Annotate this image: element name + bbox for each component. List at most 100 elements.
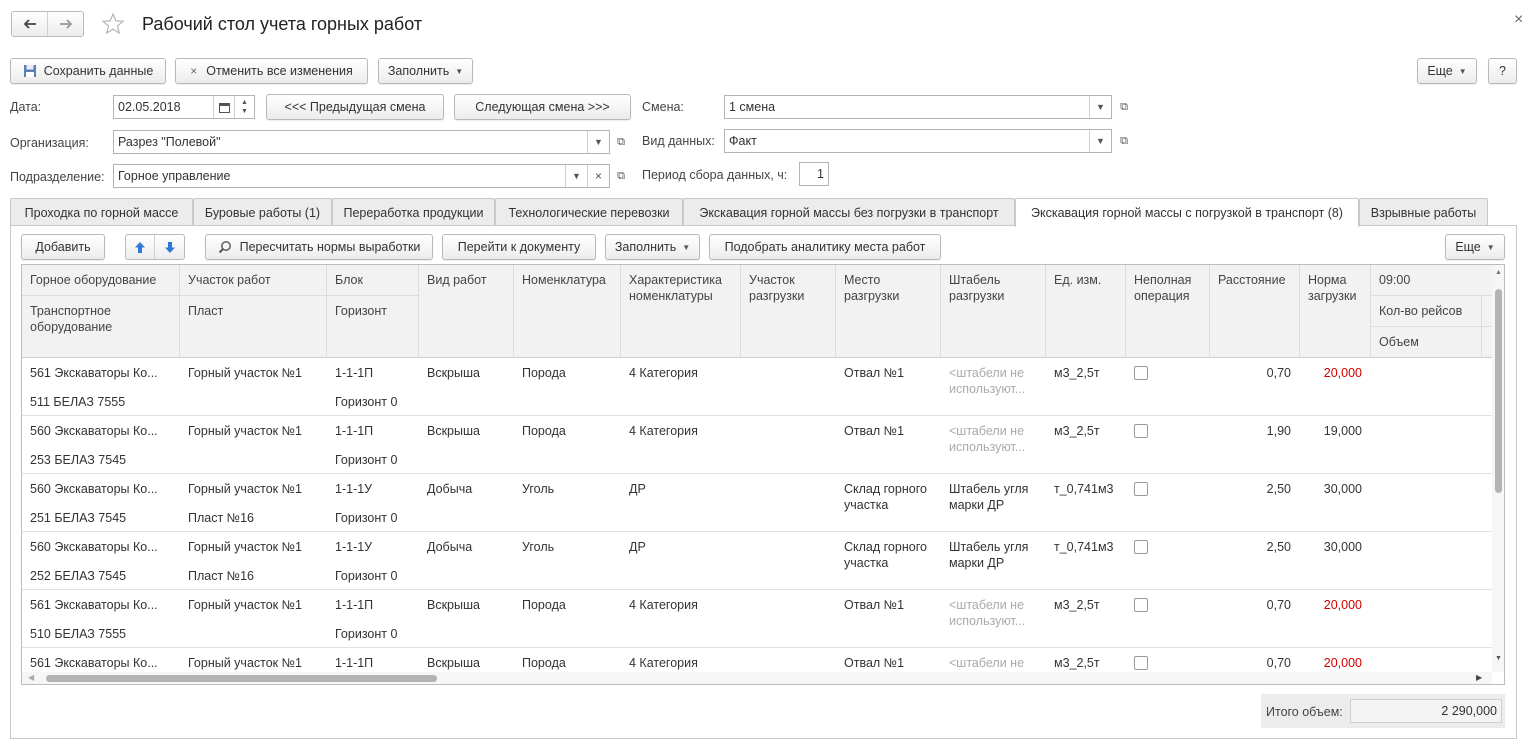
shift-select[interactable]: 1 смена ▼: [724, 95, 1112, 119]
cell-work-type: Вскрыша: [427, 656, 480, 670]
scroll-right-icon[interactable]: ▶: [1476, 673, 1482, 682]
pick-analytics-button[interactable]: Подобрать аналитику места работ: [709, 234, 941, 260]
col-norm[interactable]: Норма загрузки: [1300, 265, 1370, 304]
table-row[interactable]: 561 Экскаваторы Ко... 510 БЕЛАЗ 7555 Гор…: [22, 590, 1492, 648]
previous-shift-button[interactable]: <<< Предыдущая смена: [266, 94, 444, 120]
col-time[interactable]: 09:00: [1371, 265, 1481, 288]
col-block[interactable]: Блок: [327, 265, 418, 288]
close-icon[interactable]: ×: [1514, 11, 1523, 29]
data-table[interactable]: Горное оборудование Транспортное оборудо…: [21, 264, 1505, 685]
date-spinner[interactable]: ▲ ▼: [234, 96, 254, 118]
more-button[interactable]: Еще ▼: [1417, 58, 1477, 84]
clear-icon[interactable]: ×: [587, 165, 609, 187]
save-data-button[interactable]: Сохранить данные: [10, 58, 166, 84]
goto-document-button[interactable]: Перейти к документу: [442, 234, 596, 260]
table-row[interactable]: 560 Экскаваторы Ко... 253 БЕЛАЗ 7545 Гор…: [22, 416, 1492, 474]
next-shift-button[interactable]: Следующая смена >>>: [454, 94, 631, 120]
tab-excavation-with-loading[interactable]: Экскавация горной массы с погрузкой в тр…: [1015, 198, 1359, 227]
partial-checkbox[interactable]: [1134, 424, 1148, 438]
partial-checkbox[interactable]: [1134, 598, 1148, 612]
scroll-up-icon[interactable]: ▲: [1495, 269, 1502, 276]
tab-blasting[interactable]: Взрывные работы: [1359, 198, 1488, 226]
open-department-icon[interactable]: ⧉: [611, 164, 631, 188]
col-unload-place[interactable]: Место разгрузки: [836, 265, 926, 304]
table-more-button[interactable]: Еще ▼: [1445, 234, 1505, 260]
cell-stack: Штабель угля марки ДР: [949, 540, 1029, 570]
col-work-type[interactable]: Вид работ: [419, 265, 513, 288]
chevron-down-icon[interactable]: ▼: [587, 131, 609, 153]
scroll-left-icon[interactable]: ◀: [28, 673, 34, 682]
col-nomenclature[interactable]: Номенклатура: [514, 265, 620, 288]
table-fill-dropdown-button[interactable]: Заполнить ▼: [605, 234, 700, 260]
table-row[interactable]: 560 Экскаваторы Ко... 251 БЕЛАЗ 7545 Гор…: [22, 474, 1492, 532]
vertical-scrollbar[interactable]: ▲ ▼: [1492, 265, 1504, 672]
col-seam[interactable]: Пласт: [180, 296, 326, 319]
scroll-down-icon[interactable]: ▼: [1495, 655, 1502, 662]
col-distance[interactable]: Расстояние: [1210, 265, 1299, 288]
spin-down-icon[interactable]: ▼: [241, 107, 248, 116]
partial-checkbox[interactable]: [1134, 656, 1148, 670]
recalc-norms-button[interactable]: Пересчитать нормы выработки: [205, 234, 433, 260]
chevron-down-icon[interactable]: ▼: [1089, 130, 1111, 152]
col-stack[interactable]: Штабель разгрузки: [941, 265, 1031, 304]
cell-unit: м3_2,5т: [1054, 656, 1100, 670]
cell-work-type: Вскрыша: [427, 598, 480, 612]
tab-tunneling[interactable]: Проходка по горной массе: [10, 198, 193, 226]
total-volume-label: Итого объем:: [1266, 705, 1343, 719]
col-partial[interactable]: Неполная операция: [1126, 265, 1209, 304]
tab-processing[interactable]: Переработка продукции: [332, 198, 495, 226]
favorite-star-icon[interactable]: [101, 12, 125, 39]
cell-distance: 0,70: [1266, 598, 1291, 612]
spin-up-icon[interactable]: ▲: [241, 98, 248, 107]
date-field[interactable]: 02.05.2018 ▲ ▼: [113, 95, 255, 119]
partial-checkbox[interactable]: [1134, 366, 1148, 380]
help-button[interactable]: ?: [1488, 58, 1517, 84]
col-volume[interactable]: Объем: [1371, 327, 1481, 350]
tab-excavation-no-loading[interactable]: Экскавация горной массы без погрузки в т…: [683, 198, 1015, 226]
col-site[interactable]: Участок работ: [180, 265, 326, 288]
save-disk-icon: [23, 65, 36, 77]
horizontal-scrollbar[interactable]: ◀ ▶: [22, 672, 1492, 684]
tab-drilling[interactable]: Буровые работы (1): [193, 198, 332, 226]
col-horizon[interactable]: Горизонт: [327, 296, 418, 319]
chevron-down-icon[interactable]: ▼: [565, 165, 587, 187]
col-load-site[interactable]: Участок разгрузки: [741, 265, 835, 304]
organization-select[interactable]: Разрез "Полевой" ▼: [113, 130, 610, 154]
open-organization-icon[interactable]: ⧉: [611, 130, 631, 154]
back-button[interactable]: [12, 12, 48, 36]
data-type-select[interactable]: Факт ▼: [724, 129, 1112, 153]
move-up-button[interactable]: [126, 235, 155, 259]
col-trips[interactable]: Кол-во рейсов: [1371, 296, 1481, 319]
department-select[interactable]: Горное управление ▼ ×: [113, 164, 610, 188]
period-input[interactable]: 1: [799, 162, 829, 186]
tab-transport[interactable]: Технологические перевозки: [495, 198, 683, 226]
col-characteristic[interactable]: Характеристика номенклатуры: [621, 265, 740, 304]
forward-button[interactable]: [48, 12, 83, 36]
table-row[interactable]: 561 Экскаваторы Ко... Горный участок №1 …: [22, 648, 1492, 672]
partial-checkbox[interactable]: [1134, 540, 1148, 554]
cell-unload-place: Склад горного участка: [844, 540, 927, 570]
fill-dropdown-button[interactable]: Заполнить ▼: [378, 58, 473, 84]
cell-characteristic: 4 Категория: [629, 598, 698, 612]
col-unit[interactable]: Ед. изм.: [1046, 265, 1125, 288]
table-row[interactable]: 560 Экскаваторы Ко... 252 БЕЛАЗ 7545 Гор…: [22, 532, 1492, 590]
more-label: Еще: [1427, 64, 1453, 78]
horizontal-scroll-thumb[interactable]: [46, 675, 437, 682]
table-row[interactable]: 561 Экскаваторы Ко... 511 БЕЛАЗ 7555 Гор…: [22, 358, 1492, 416]
fill-label: Заполнить: [387, 64, 450, 78]
col-transport[interactable]: Транспортное оборудование: [22, 296, 142, 335]
calendar-icon[interactable]: [213, 96, 234, 118]
next-shift-label: Следующая смена >>>: [475, 100, 610, 114]
add-button[interactable]: Добавить: [21, 234, 105, 260]
open-shift-icon[interactable]: ⧉: [1114, 95, 1134, 119]
chevron-down-icon[interactable]: ▼: [1089, 96, 1111, 118]
open-data-type-icon[interactable]: ⧉: [1114, 129, 1134, 153]
move-down-button[interactable]: [155, 235, 184, 259]
partial-checkbox[interactable]: [1134, 482, 1148, 496]
cell-block: 1-1-1П: [335, 424, 374, 438]
col-equipment[interactable]: Горное оборудование: [22, 265, 179, 288]
date-value: 02.05.2018: [118, 100, 181, 114]
vertical-scroll-thumb[interactable]: [1495, 289, 1502, 493]
cancel-changes-button[interactable]: × Отменить все изменения: [175, 58, 368, 84]
cell-distance: 2,50: [1266, 482, 1291, 496]
